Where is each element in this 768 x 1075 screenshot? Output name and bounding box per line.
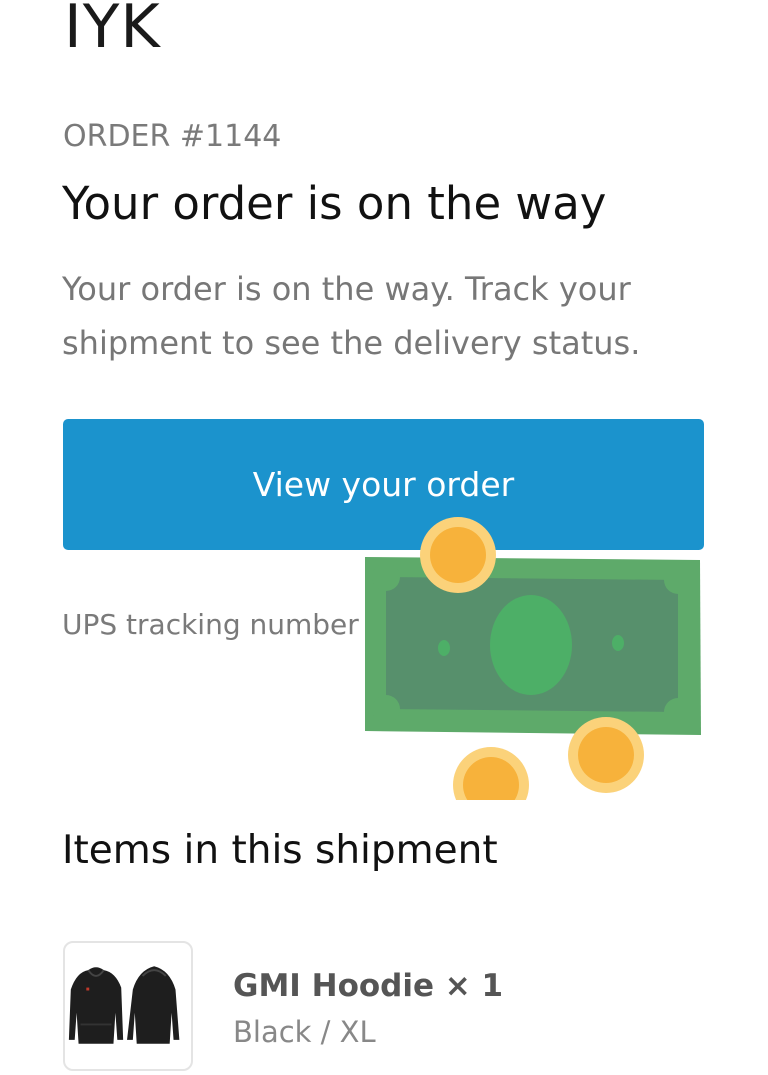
order-number: ORDER #1144: [63, 119, 282, 154]
brand-logo: IYK: [64, 0, 161, 62]
shipment-section-title: Items in this shipment: [62, 828, 498, 873]
page-title: Your order is on the way: [62, 177, 607, 230]
item-variant: Black / XL: [233, 1015, 376, 1049]
hoodie-icon: [68, 966, 180, 1044]
item-name: GMI Hoodie × 1: [233, 968, 504, 1004]
tracking-number-label: UPS tracking number: [62, 608, 359, 641]
order-description: Your order is on the way. Track your shi…: [62, 270, 641, 362]
view-order-button-label: View your order: [252, 465, 515, 504]
item-thumbnail: [63, 941, 193, 1071]
money-cash-icon: [365, 517, 701, 800]
